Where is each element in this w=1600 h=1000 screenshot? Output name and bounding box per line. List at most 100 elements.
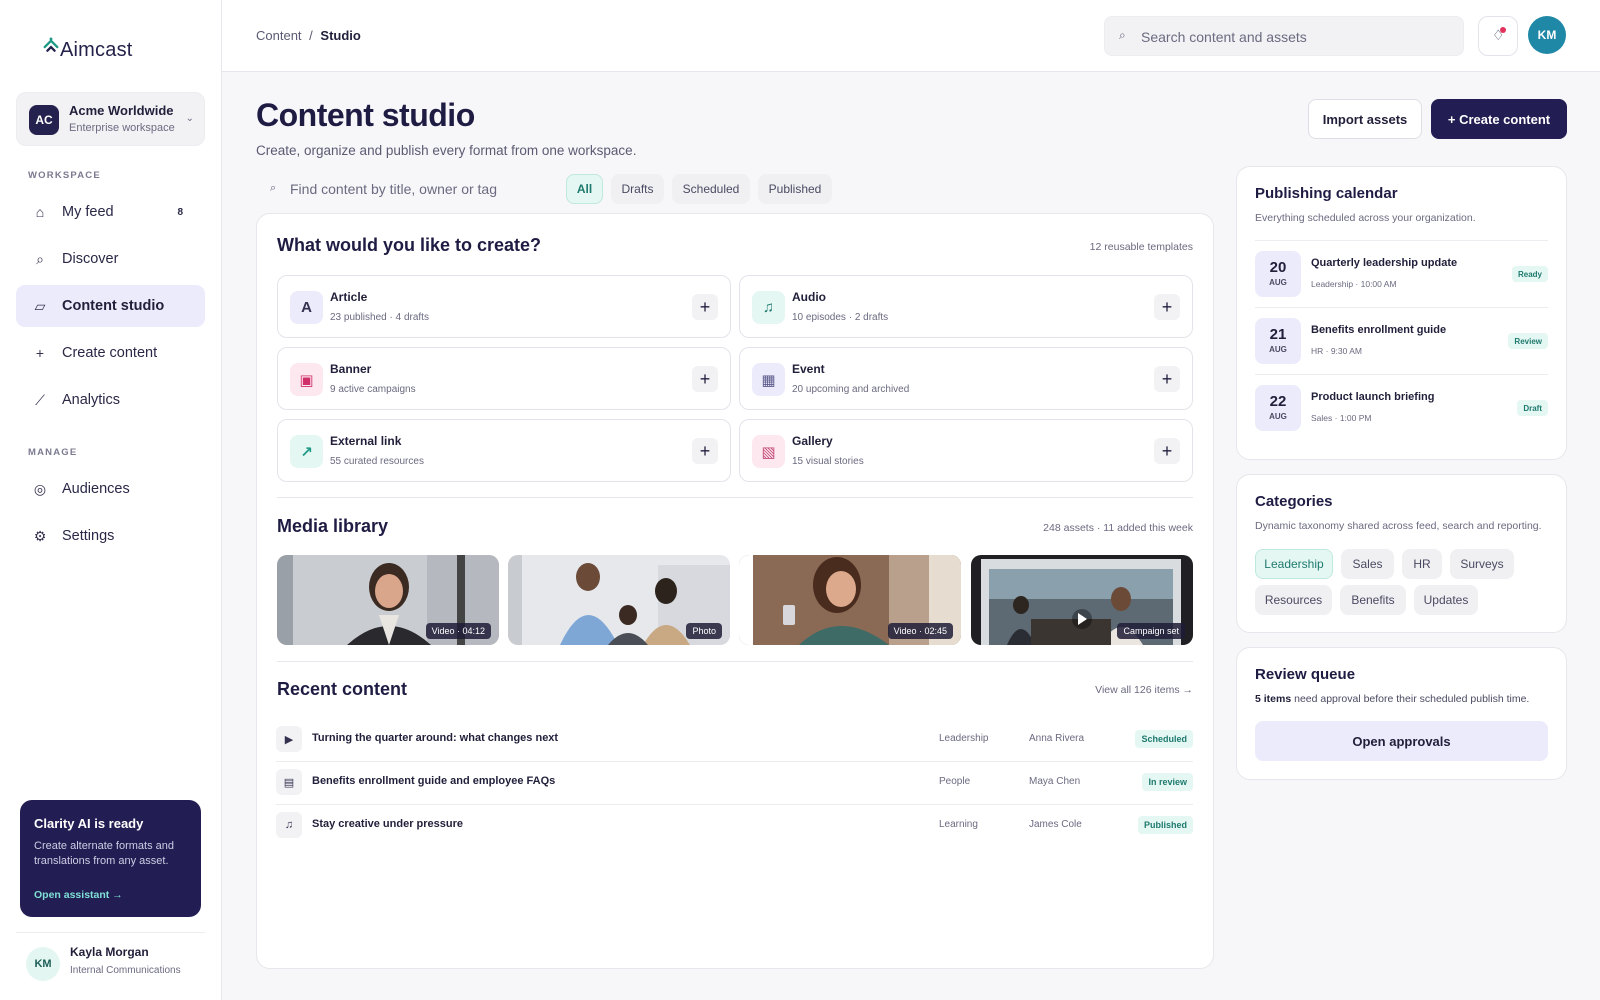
calendar-item-title: Product launch briefing xyxy=(1311,391,1435,403)
workspace-name: Acme Worldwide xyxy=(69,103,174,118)
brand-name: Aimcast xyxy=(60,39,133,61)
media-thumbnail[interactable]: Photo xyxy=(508,555,730,645)
sidebar-item-my-feed[interactable]: ⌂ My feed 8 xyxy=(16,191,205,233)
import-assets-button[interactable]: Import assets xyxy=(1308,99,1422,139)
workspace-switcher[interactable]: AC Acme Worldwide Enterprise workspace ⌄ xyxy=(16,92,205,146)
breadcrumb-current: Studio xyxy=(320,28,361,43)
create-type-banner[interactable]: ▣ Banner 9 active campaigns + xyxy=(277,347,731,410)
calendar-month: AUG xyxy=(1269,278,1287,287)
page-title: Content studio xyxy=(256,97,475,133)
category-chip-hr[interactable]: HR xyxy=(1402,549,1442,579)
row-category: People xyxy=(939,776,971,787)
calendar-item[interactable]: 20 AUG Quarterly leadership update Leade… xyxy=(1255,241,1548,307)
filter-chip-scheduled[interactable]: Scheduled xyxy=(672,174,750,204)
feed-count-badge: 8 xyxy=(177,206,183,218)
category-chip-leadership[interactable]: Leadership xyxy=(1255,549,1333,579)
search-icon: ⌕ xyxy=(36,250,44,267)
external-link-icon: ↗ xyxy=(290,435,323,468)
analytics-icon: ⟋ xyxy=(35,391,45,408)
content-search-input[interactable]: ⌕ Find content by title, owner or tag xyxy=(256,172,546,206)
calendar-item[interactable]: 21 AUG Benefits enrollment guide HR · 9:… xyxy=(1255,308,1548,374)
avatar[interactable]: KM xyxy=(1528,16,1566,54)
add-banner-button[interactable]: + xyxy=(692,366,718,392)
ai-card-title: Clarity AI is ready xyxy=(34,816,144,831)
sidebar-item-label: Audiences xyxy=(62,481,130,497)
global-search-input[interactable]: ⌕ Search content and assets xyxy=(1104,16,1464,56)
table-row[interactable]: ♫ Stay creative under pressure Learning … xyxy=(276,804,1193,846)
sidebar-item-label: Settings xyxy=(62,528,115,544)
recent-section-title: Recent content xyxy=(277,679,408,699)
panel-subtitle: 5 items need approval before their sched… xyxy=(1255,693,1529,705)
banner-icon: ▣ xyxy=(290,363,323,396)
sidebar-item-label: Analytics xyxy=(62,392,121,408)
sidebar-item-audiences[interactable]: ◎ Audiences xyxy=(16,468,205,510)
filter-chip-all[interactable]: All xyxy=(566,174,603,204)
filter-chip-drafts[interactable]: Drafts xyxy=(611,174,664,204)
media-thumbnail[interactable]: Video · 02:45 xyxy=(739,555,961,645)
type-meta: 55 curated resources xyxy=(330,456,424,467)
logo-mark-icon xyxy=(43,37,59,52)
row-title: Stay creative under pressure xyxy=(312,818,464,830)
add-external-link-button[interactable]: + xyxy=(692,438,718,464)
publishing-calendar-panel: Publishing calendar Everything scheduled… xyxy=(1236,166,1567,460)
category-chip-updates[interactable]: Updates xyxy=(1414,585,1478,615)
document-icon: ▤ xyxy=(276,769,302,795)
add-event-button[interactable]: + xyxy=(1154,366,1180,392)
search-icon: ⌕ xyxy=(1119,28,1126,42)
chevron-down-icon: ⌄ xyxy=(185,113,194,124)
calendar-item-meta: Leadership · 10:00 AM xyxy=(1311,279,1397,289)
create-type-external-link[interactable]: ↗ External link 55 curated resources + xyxy=(277,419,731,482)
breadcrumb: Content / Studio xyxy=(256,28,361,43)
panel-title: Categories xyxy=(1255,493,1333,510)
type-name: Audio xyxy=(792,290,826,304)
user-profile[interactable]: KM Kayla Morgan Internal Communications xyxy=(16,932,205,1000)
sidebar-item-settings[interactable]: ⚙ Settings xyxy=(16,515,205,557)
create-type-audio[interactable]: ♫ Audio 10 episodes · 2 drafts + xyxy=(739,275,1193,338)
category-chip-sales[interactable]: Sales xyxy=(1341,549,1394,579)
row-owner: Maya Chen xyxy=(1029,776,1081,787)
create-type-article[interactable]: A Article 23 published · 4 drafts + xyxy=(277,275,731,338)
video-icon: ▶ xyxy=(276,726,302,752)
add-audio-button[interactable]: + xyxy=(1154,294,1180,320)
type-name: Banner xyxy=(330,362,372,376)
category-chip-benefits[interactable]: Benefits xyxy=(1340,585,1406,615)
sidebar-item-content-studio[interactable]: ▱ Content studio xyxy=(16,285,205,327)
media-badge: Video · 02:45 xyxy=(887,623,953,639)
ai-assistant-card: Clarity AI is ready Create alternate for… xyxy=(20,800,201,917)
sidebar-item-create-content[interactable]: + Create content xyxy=(16,332,205,374)
create-type-event[interactable]: ▦ Event 20 upcoming and archived + xyxy=(739,347,1193,410)
notifications-button[interactable]: ♢ xyxy=(1478,16,1518,56)
sidebar-item-analytics[interactable]: ⟋ Analytics xyxy=(16,379,205,421)
add-article-button[interactable]: + xyxy=(692,294,718,320)
table-row[interactable]: ▶ Turning the quarter around: what chang… xyxy=(276,718,1193,760)
category-chip-surveys[interactable]: Surveys xyxy=(1450,549,1514,579)
type-name: Article xyxy=(330,290,368,304)
user-name: Kayla Morgan xyxy=(70,945,149,959)
type-meta: 9 active campaigns xyxy=(330,384,416,395)
create-type-gallery[interactable]: ▧ Gallery 15 visual stories + xyxy=(739,419,1193,482)
filter-chip-published[interactable]: Published xyxy=(758,174,832,204)
calendar-month: AUG xyxy=(1269,412,1287,421)
open-approvals-button[interactable]: Open approvals xyxy=(1255,721,1548,761)
calendar-item[interactable]: 22 AUG Product launch briefing Sales · 1… xyxy=(1255,375,1548,441)
table-row[interactable]: ▤ Benefits enrollment guide and employee… xyxy=(276,761,1193,803)
logo[interactable]: Aimcast xyxy=(42,33,133,62)
view-all-link[interactable]: View all 126 items → xyxy=(1095,684,1193,696)
type-meta: 23 published · 4 drafts xyxy=(330,312,429,323)
workspace-badge: AC xyxy=(29,105,59,135)
panel-subtitle: Everything scheduled across your organiz… xyxy=(1255,212,1476,224)
breadcrumb-root[interactable]: Content xyxy=(256,28,302,43)
row-title: Turning the quarter around: what changes… xyxy=(312,732,559,744)
create-content-button[interactable]: + Create content xyxy=(1431,99,1567,139)
category-chip-resources[interactable]: Resources xyxy=(1255,585,1332,615)
open-assistant-link[interactable]: Open assistant → xyxy=(34,889,123,901)
type-meta: 15 visual stories xyxy=(792,456,864,467)
sidebar-item-label: Content studio xyxy=(62,298,165,314)
media-thumbnail[interactable]: Campaign set xyxy=(971,555,1193,645)
add-gallery-button[interactable]: + xyxy=(1154,438,1180,464)
type-name: Event xyxy=(792,362,825,376)
sidebar-item-discover[interactable]: ⌕ Discover xyxy=(16,238,205,280)
section-label-workspace: WORKSPACE xyxy=(28,170,101,181)
media-thumbnail[interactable]: Video · 04:12 xyxy=(277,555,499,645)
status-badge: Review xyxy=(1508,333,1548,349)
